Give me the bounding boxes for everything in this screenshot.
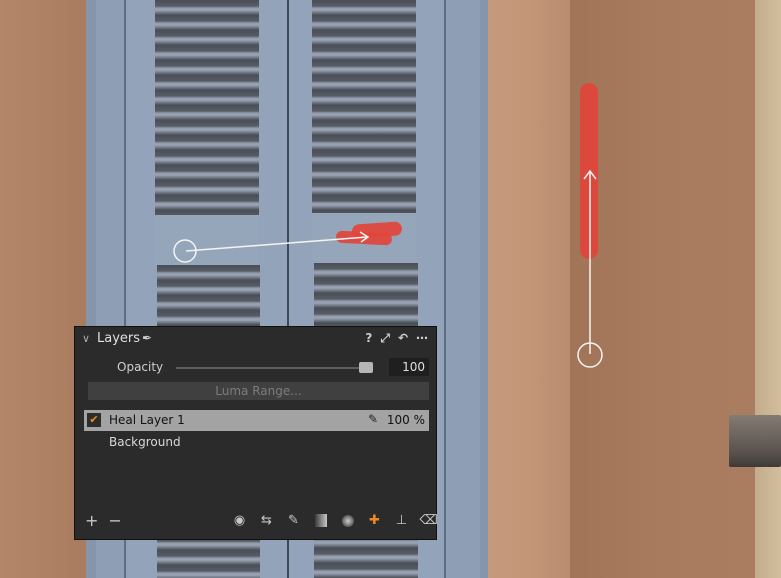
layers-panel: ∨ Layers ✒ ? ⤢ ↶ ⋯ Opacity 100 Luma Rang… — [74, 326, 438, 540]
heal-source-target-1[interactable] — [173, 231, 370, 263]
opacity-label: Opacity — [117, 360, 164, 374]
add-layer-button[interactable]: + — [85, 511, 98, 530]
eye-icon[interactable]: ◉ — [231, 512, 248, 529]
clone-stamp-icon[interactable]: ⊥ — [393, 512, 410, 529]
mask-tools: ◉ ⇆ ✎ ✚ ⊥ ⌫ — [231, 512, 438, 529]
panel-header: ∨ Layers ✒ ? ⤢ ↶ ⋯ — [75, 327, 436, 353]
layer-enabled-checkbox[interactable]: ✔ — [87, 413, 101, 427]
layer-opacity: 100 % — [386, 413, 425, 427]
eraser-icon[interactable]: ⌫ — [419, 512, 437, 529]
radial-gradient-icon[interactable] — [339, 512, 356, 529]
panel-title: Layers — [97, 331, 141, 346]
eyedropper-icon[interactable]: ✒ — [142, 331, 152, 345]
header-icons: ? ⤢ ↶ ⋯ — [365, 331, 428, 346]
remove-layer-button[interactable]: − — [108, 511, 121, 530]
heal-direction-line — [185, 236, 368, 252]
layer-row[interactable]: Background — [84, 432, 429, 453]
heal-bandage-icon[interactable]: ✚ — [366, 512, 383, 529]
bandage-icon: ✎ — [368, 412, 379, 426]
collapse-chevron-icon[interactable]: ∨ — [82, 332, 90, 345]
layer-name: Background — [109, 435, 181, 449]
expand-icon[interactable]: ⤢ — [380, 331, 390, 346]
opacity-input[interactable]: 100 — [389, 358, 429, 376]
more-options-icon[interactable]: ⋯ — [416, 331, 428, 346]
reset-icon[interactable]: ↶ — [398, 331, 408, 346]
heal-source-target-2[interactable] — [577, 169, 603, 368]
help-icon[interactable]: ? — [365, 331, 372, 346]
linear-gradient-icon[interactable] — [312, 512, 329, 529]
brush-icon[interactable]: ✎ — [285, 512, 302, 529]
layer-row[interactable]: ✔ Heal Layer 1 ✎ 100 % — [84, 410, 429, 431]
adjust-arrows-icon[interactable]: ⇆ — [258, 512, 275, 529]
opacity-slider[interactable] — [176, 367, 366, 369]
layer-name: Heal Layer 1 — [109, 413, 185, 427]
luma-range-button[interactable]: Luma Range... — [88, 382, 429, 400]
opacity-slider-thumb[interactable] — [359, 362, 373, 373]
layer-actions: + − — [85, 511, 122, 530]
